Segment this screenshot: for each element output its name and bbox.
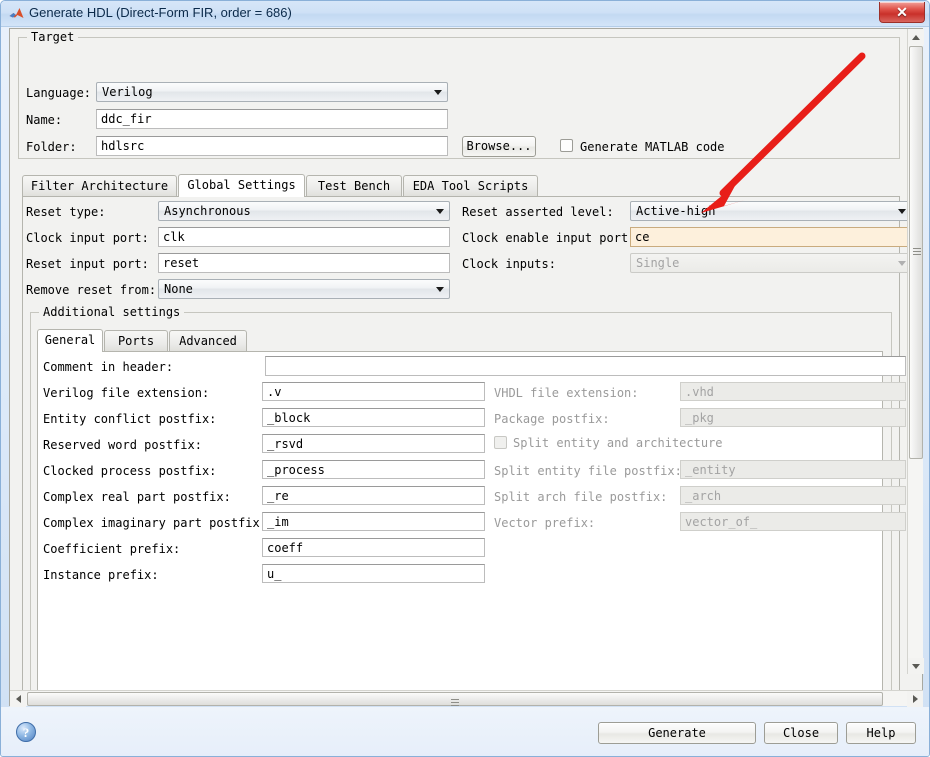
reserved-word-postfix-input[interactable]: _rsvd [262, 434, 485, 453]
scroll-up-button[interactable] [908, 29, 924, 45]
tab-ports[interactable]: Ports [104, 330, 168, 351]
clock-input-port-label: Clock input port: [26, 231, 149, 245]
folder-label: Folder: [26, 140, 77, 154]
scroll-viewport: Target Language: Verilog Name: ddc_fir F… [10, 29, 907, 690]
name-input[interactable]: ddc_fir [96, 109, 448, 129]
vector-prefix-input[interactable]: vector_of_ [680, 512, 906, 531]
close-icon: ✕ [896, 4, 908, 20]
clock-enable-input-port-field[interactable]: ce [630, 227, 907, 247]
entity-conflict-postfix-label: Entity conflict postfix: [43, 412, 217, 426]
generate-matlab-code-checkbox[interactable] [560, 139, 573, 152]
close-window-button[interactable]: ✕ [879, 2, 925, 23]
verilog-file-extension-input[interactable]: .v [262, 382, 485, 401]
chevron-left-icon [16, 695, 21, 703]
chevron-down-icon [434, 90, 442, 95]
remove-reset-from-label: Remove reset from: [26, 283, 157, 297]
tab-filter-architecture[interactable]: Filter Architecture [22, 175, 177, 196]
chevron-up-icon [912, 35, 920, 40]
scroll-left-button[interactable] [10, 691, 26, 707]
tab-general[interactable]: General [37, 329, 103, 352]
help-button[interactable]: Help [846, 722, 916, 744]
instance-prefix-label: Instance prefix: [43, 568, 159, 582]
chevron-down-icon [912, 664, 920, 669]
horizontal-scrollbar-thumb[interactable] [27, 692, 883, 706]
browse-button[interactable]: Browse... [462, 136, 536, 157]
scrollbar-grip [913, 246, 921, 257]
chevron-down-icon [898, 261, 906, 266]
comment-in-header-label: Comment in header: [43, 360, 174, 374]
package-postfix-input[interactable]: _pkg [680, 408, 906, 427]
reset-asserted-level-label: Reset asserted level: [462, 205, 614, 219]
remove-reset-from-value: None [164, 282, 193, 296]
chevron-down-icon [898, 209, 906, 214]
split-entity-and-architecture-checkbox[interactable] [494, 436, 507, 449]
complex-real-part-postfix-label: Complex real part postfix: [43, 490, 231, 504]
target-group-label: Target [27, 30, 79, 44]
clock-inputs-select[interactable]: Single [630, 253, 907, 273]
additional-settings-label: Additional settings [39, 305, 185, 319]
title-bar: Generate HDL (Direct-Form FIR, order = 6… [1, 1, 929, 27]
horizontal-scrollbar[interactable] [10, 690, 923, 707]
tab-advanced[interactable]: Advanced [169, 330, 247, 351]
reset-type-value: Asynchronous [164, 204, 251, 218]
clock-inputs-value: Single [636, 256, 680, 270]
reset-type-label: Reset type: [26, 205, 106, 219]
split-entity-and-architecture-label: Split entity and architecture [513, 436, 723, 450]
clock-enable-input-port-label: Clock enable input port: [462, 231, 636, 245]
chevron-right-icon [913, 695, 918, 703]
help-icon-glyph: ? [22, 725, 30, 740]
close-button[interactable]: Close [764, 722, 838, 744]
clock-inputs-label: Clock inputs: [462, 257, 556, 271]
reset-input-port-label: Reset input port: [26, 257, 149, 271]
remove-reset-from-select[interactable]: None [158, 279, 450, 299]
vhdl-file-extension-input[interactable]: .vhd [680, 382, 906, 401]
clocked-process-postfix-label: Clocked process postfix: [43, 464, 217, 478]
chevron-down-icon [436, 209, 444, 214]
reserved-word-postfix-label: Reserved word postfix: [43, 438, 202, 452]
package-postfix-label: Package postfix: [494, 412, 610, 426]
help-info-icon[interactable]: ? [16, 722, 36, 742]
language-value: Verilog [102, 85, 153, 99]
coefficient-prefix-label: Coefficient prefix: [43, 542, 181, 556]
reset-input-port-field[interactable]: reset [158, 253, 450, 273]
vertical-scrollbar[interactable] [907, 29, 924, 674]
matlab-membrane-icon [9, 8, 24, 18]
dialog-content: Target Language: Verilog Name: ddc_fir F… [9, 28, 924, 707]
clocked-process-postfix-input[interactable]: _process [262, 460, 485, 479]
vector-prefix-label: Vector prefix: [494, 516, 596, 530]
scroll-down-button[interactable] [908, 658, 924, 674]
tab-global-settings[interactable]: Global Settings [178, 174, 305, 197]
language-label: Language: [26, 86, 92, 100]
generate-hdl-dialog: Generate HDL (Direct-Form FIR, order = 6… [0, 0, 930, 757]
verilog-file-extension-label: Verilog file extension: [43, 386, 210, 400]
generate-matlab-code-label: Generate MATLAB code [580, 140, 725, 154]
entity-conflict-postfix-input[interactable]: _block [262, 408, 485, 427]
chevron-down-icon [436, 287, 444, 292]
generate-button[interactable]: Generate [598, 722, 756, 744]
complex-imaginary-part-postfix-input[interactable]: _im [262, 512, 485, 531]
reset-type-select[interactable]: Asynchronous [158, 201, 450, 221]
folder-input[interactable]: hdlsrc [96, 136, 448, 156]
split-arch-file-postfix-input[interactable]: _arch [680, 486, 906, 505]
split-arch-file-postfix-label: Split arch file postfix: [494, 490, 668, 504]
clock-input-port-field[interactable]: clk [158, 227, 450, 247]
name-label: Name: [26, 113, 63, 127]
complex-real-part-postfix-input[interactable]: _re [262, 486, 485, 505]
split-entity-file-postfix-label: Split entity file postfix: [494, 464, 682, 478]
tab-test-bench[interactable]: Test Bench [306, 175, 402, 196]
split-entity-file-postfix-input[interactable]: _entity [680, 460, 906, 479]
language-select[interactable]: Verilog [96, 82, 448, 102]
complex-imaginary-part-postfix-label: Complex imaginary part postfix: [43, 516, 267, 530]
tab-eda-tool-scripts[interactable]: EDA Tool Scripts [403, 175, 538, 196]
vertical-scrollbar-thumb[interactable] [909, 46, 923, 459]
reset-asserted-level-value: Active-high [636, 204, 716, 218]
comment-in-header-input[interactable] [265, 356, 906, 376]
scroll-right-button[interactable] [907, 691, 923, 707]
reset-asserted-level-select[interactable]: Active-high [630, 201, 907, 221]
vhdl-file-extension-label: VHDL file extension: [494, 386, 639, 400]
instance-prefix-input[interactable]: u_ [262, 564, 485, 583]
window-title: Generate HDL (Direct-Form FIR, order = 6… [29, 5, 292, 20]
coefficient-prefix-input[interactable]: coeff [262, 538, 485, 557]
